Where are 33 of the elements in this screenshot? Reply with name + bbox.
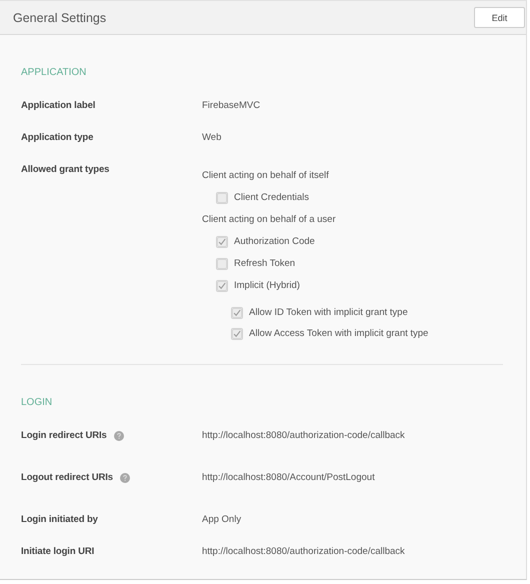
help-icon[interactable]: [114, 431, 124, 441]
panel-title: General Settings: [13, 10, 106, 24]
checkbox-label: Allow ID Token with implicit grant type: [249, 307, 408, 319]
field-label: Application type: [21, 132, 94, 144]
checkbox[interactable]: [216, 192, 228, 204]
checkbox-label: Authorization Code: [234, 236, 315, 248]
help-icon[interactable]: [120, 473, 130, 483]
checkbox-label: Client Credentials: [234, 192, 309, 204]
section-heading: APPLICATION: [21, 67, 86, 79]
checkbox[interactable]: [216, 258, 228, 270]
checkbox-label: Refresh Token: [234, 258, 296, 270]
checkbox-label: Allow Access Token with implicit grant type: [249, 328, 428, 340]
field-label: Login initiated by: [21, 514, 98, 526]
checkbox[interactable]: [216, 280, 228, 292]
field-value: http://localhost:8080/authorization-code/callback: [202, 430, 406, 442]
checkbox[interactable]: [231, 307, 243, 319]
field-label: Login redirect URIs: [21, 430, 107, 442]
field-label: Application label: [21, 100, 96, 112]
field-label: Allowed grant types: [21, 164, 110, 176]
section-heading: LOGIN: [21, 397, 52, 409]
field-value: App Only: [202, 514, 242, 526]
group-heading: Client acting on behalf of a user: [202, 214, 336, 226]
checkbox[interactable]: [216, 236, 228, 248]
field-value: FirebaseMVC: [202, 100, 262, 112]
field-label: Logout redirect URIs: [21, 472, 113, 484]
field-value: http://localhost:8080/Account/PostLogout: [202, 472, 376, 484]
edit-button[interactable]: Edit: [474, 7, 525, 28]
checkbox-label: Implicit (Hybrid): [234, 280, 300, 292]
field-value: http://localhost:8080/authorization-code/callback: [202, 546, 406, 558]
group-heading: Client acting on behalf of itself: [202, 170, 329, 182]
field-value: Web: [202, 132, 222, 144]
checkbox[interactable]: [231, 328, 243, 340]
field-label: Initiate login URI: [21, 546, 94, 558]
